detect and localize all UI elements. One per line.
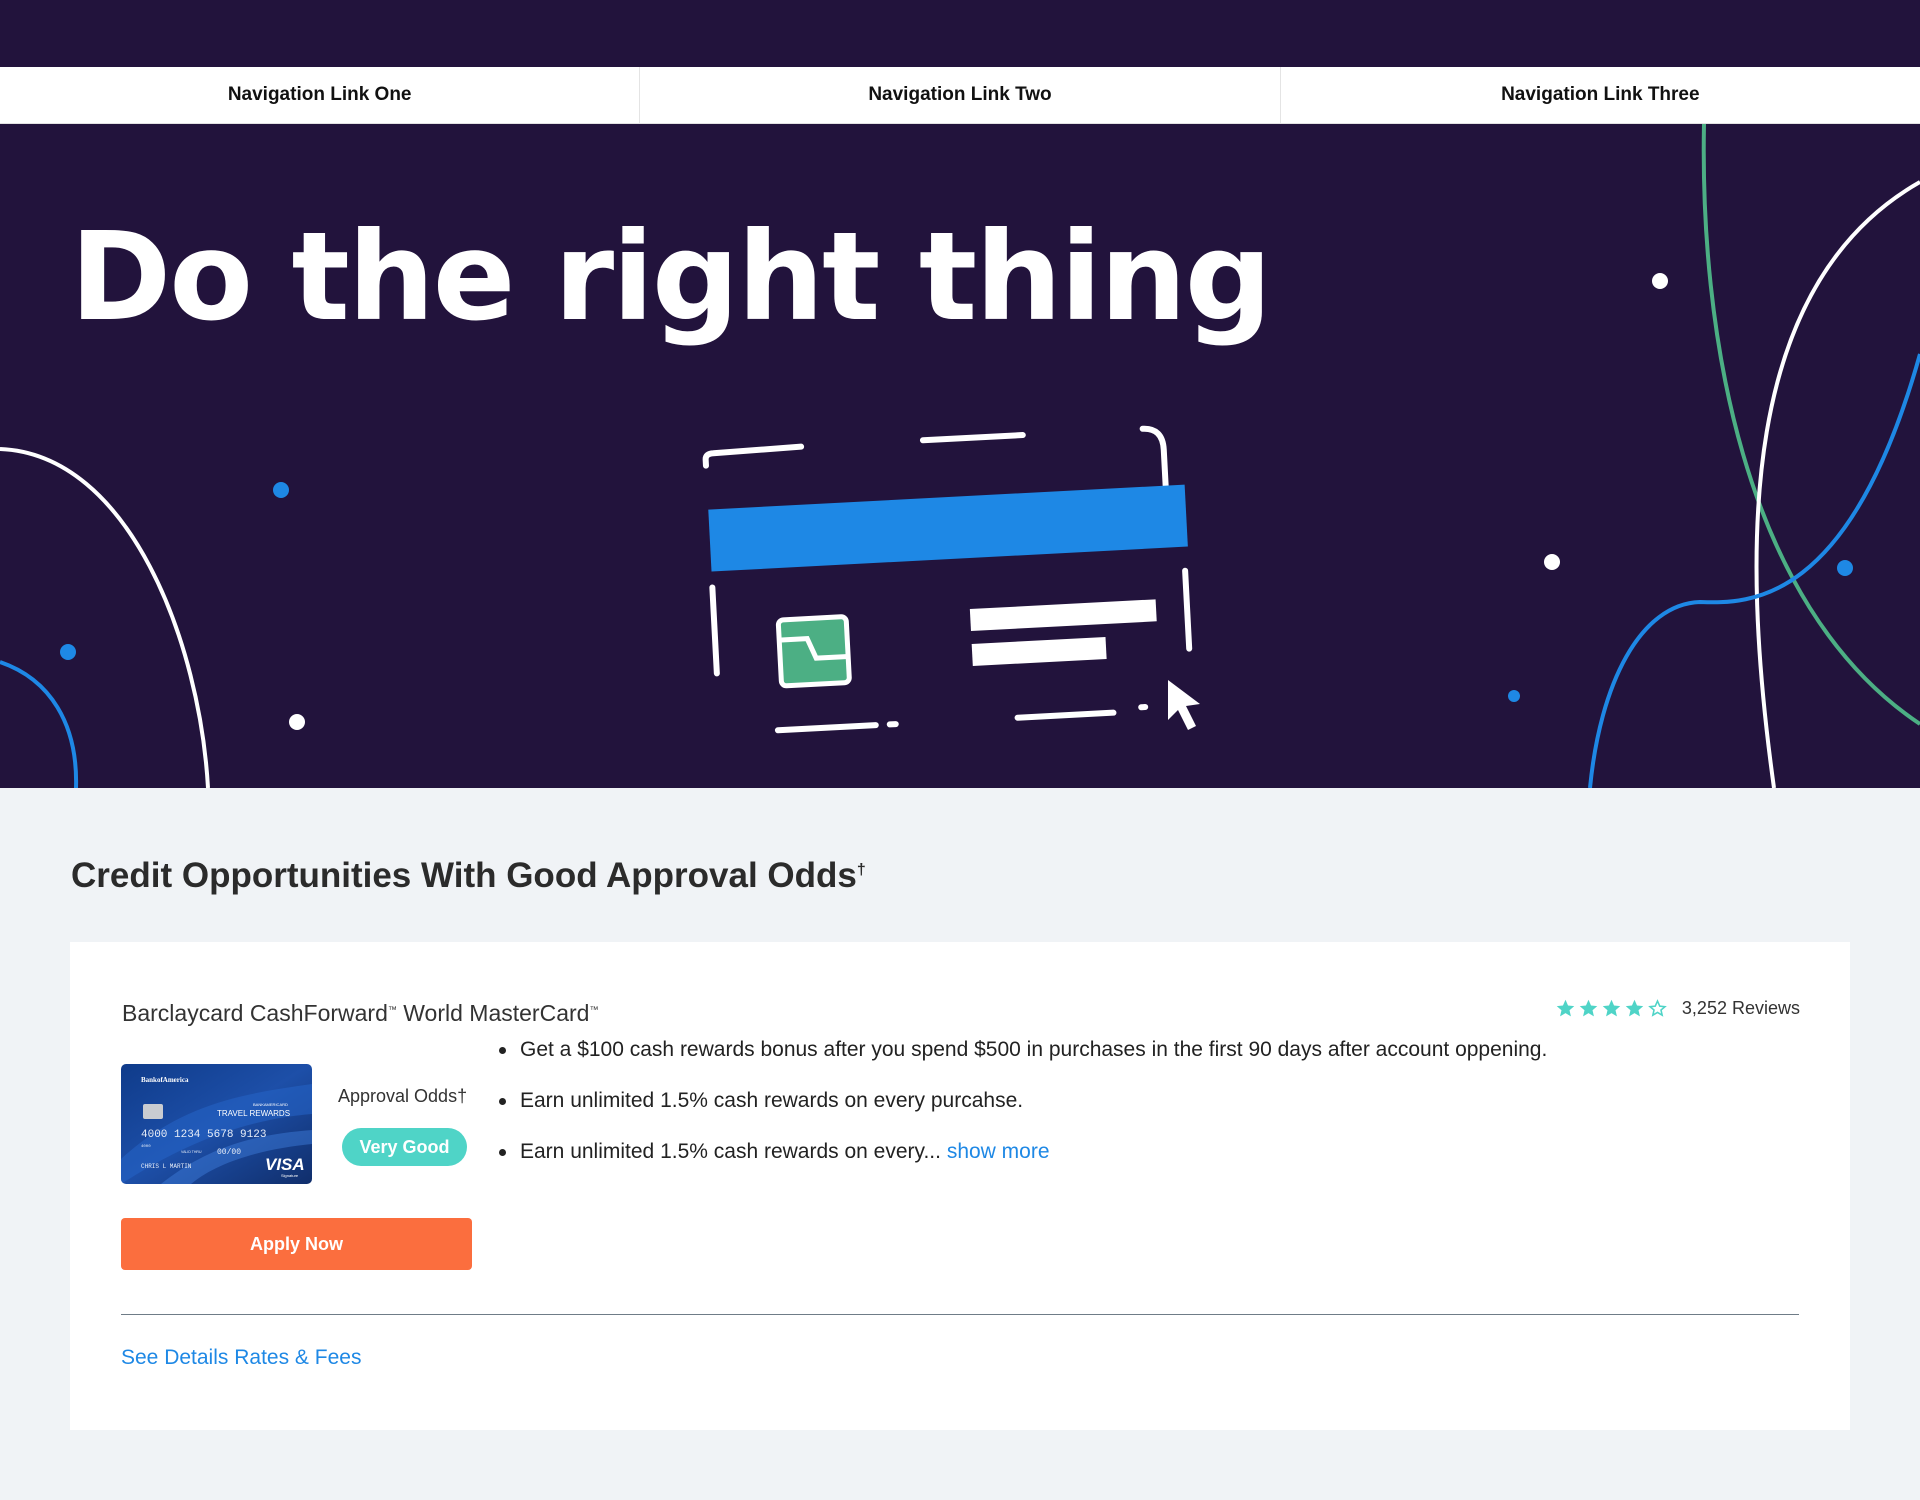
decor-curve-white-right [1754, 180, 1920, 788]
offer-card: Barclaycard CashForward™ World MasterCar… [70, 942, 1850, 1430]
list-item: Get a $100 cash rewards bonus after you … [497, 1038, 1817, 1062]
star-icon [1556, 999, 1575, 1017]
trademark-mark: ™ [387, 1004, 397, 1015]
apply-now-button[interactable]: Apply Now [121, 1218, 472, 1270]
star-empty-icon [1648, 999, 1667, 1017]
card-number-prefix: 4000 [141, 1145, 151, 1149]
decor-dot [1837, 560, 1853, 576]
credit-card-illustration [702, 425, 1193, 734]
hero-title: Do the right thing [70, 206, 1272, 348]
offer-card-name: Barclaycard CashForward™ World MasterCar… [122, 1000, 598, 1027]
approval-odds-badge: Very Good [342, 1128, 467, 1166]
card-outline-segment [1014, 709, 1117, 721]
card-number: 4000 1234 5678 9123 [141, 1129, 266, 1141]
bullet-icon [499, 1149, 506, 1156]
reviews-count[interactable]: 3,252 Reviews [1682, 998, 1800, 1019]
star-icon [1625, 999, 1644, 1017]
card-network-logo: VISA [265, 1155, 305, 1174]
card-valid-label: VALID THRU [181, 1150, 202, 1154]
rating: 3,252 Reviews [1555, 998, 1800, 1019]
card-outline-segment [702, 443, 805, 469]
divider [121, 1314, 1799, 1315]
card-expiry: 00/00 [217, 1148, 241, 1157]
card-bank-name: BankofAmerica [141, 1076, 189, 1084]
details-rates-fees-link[interactable]: See Details Rates & Fees [121, 1346, 361, 1370]
list-item: Earn unlimited 1.5% cash rewards on ever… [497, 1089, 1817, 1113]
list-item: Earn unlimited 1.5% cash rewards on ever… [497, 1140, 1817, 1164]
benefit-text: Earn unlimited 1.5% cash rewards on ever… [520, 1089, 1024, 1112]
star-rating [1555, 998, 1668, 1019]
benefit-text: Earn unlimited 1.5% cash rewards on ever… [520, 1140, 941, 1163]
star-icon [1579, 999, 1598, 1017]
card-emv-chip [143, 1104, 163, 1119]
decor-curve-blue-left [0, 660, 79, 788]
card-product-name: TRAVEL REWARDS [217, 1109, 290, 1118]
decor-dot [1544, 554, 1560, 570]
credit-card-image[interactable]: BankofAmerica BANKAMERICARD TRAVEL REWAR… [121, 1064, 312, 1184]
card-network-sub: Signature [281, 1173, 299, 1178]
decor-curve-green-right [1701, 124, 1920, 726]
cursor-icon [1168, 680, 1200, 730]
card-holder: CHRIS L MARTIN [141, 1163, 192, 1170]
bullet-icon [499, 1098, 506, 1105]
trademark-mark: ™ [589, 1004, 599, 1015]
offer-benefits-list: Get a $100 cash rewards bonus after you … [497, 1038, 1817, 1191]
nav-link-one[interactable]: Navigation Link One [0, 67, 641, 123]
main-navigation: Navigation Link One Navigation Link Two … [0, 67, 1920, 124]
decor-dot [60, 644, 76, 660]
decor-dot [289, 714, 305, 730]
decor-curve-white-left [0, 447, 210, 788]
benefit-text: Get a $100 cash rewards bonus after you … [520, 1038, 1548, 1061]
card-name-part1: Barclaycard CashForward [122, 1000, 388, 1026]
card-outline-segment [1139, 425, 1169, 489]
show-more-link[interactable]: show more [947, 1140, 1050, 1163]
decor-dot [1652, 273, 1668, 289]
credit-card-art: BankofAmerica BANKAMERICARD TRAVEL REWAR… [121, 1064, 312, 1184]
bullet-icon [499, 1047, 506, 1054]
card-text-line [971, 636, 1107, 666]
decor-dot [273, 482, 289, 498]
nav-link-three[interactable]: Navigation Link Three [1281, 67, 1920, 123]
nav-link-two[interactable]: Navigation Link Two [640, 67, 1281, 123]
card-outline-segment [919, 432, 1026, 444]
section-title-text: Credit Opportunities With Good Approval … [71, 856, 857, 895]
hero-banner: Do the right thing [0, 124, 1920, 788]
card-outline-segment [709, 584, 720, 677]
card-name-part2: World MasterCard [396, 1000, 590, 1026]
decor-dot [1508, 690, 1520, 702]
approval-odds-label: Approval Odds† [338, 1086, 468, 1106]
star-icon [1602, 999, 1621, 1017]
card-outline-segment [774, 722, 879, 734]
section-title-mark: † [856, 861, 866, 879]
section-title: Credit Opportunities With Good Approval … [71, 856, 866, 896]
card-product-small: BANKAMERICARD [253, 1102, 288, 1107]
top-bar [0, 0, 1920, 67]
card-text-line [969, 599, 1157, 632]
card-outline-segment [1182, 567, 1193, 652]
card-magnetic-stripe [708, 484, 1188, 572]
